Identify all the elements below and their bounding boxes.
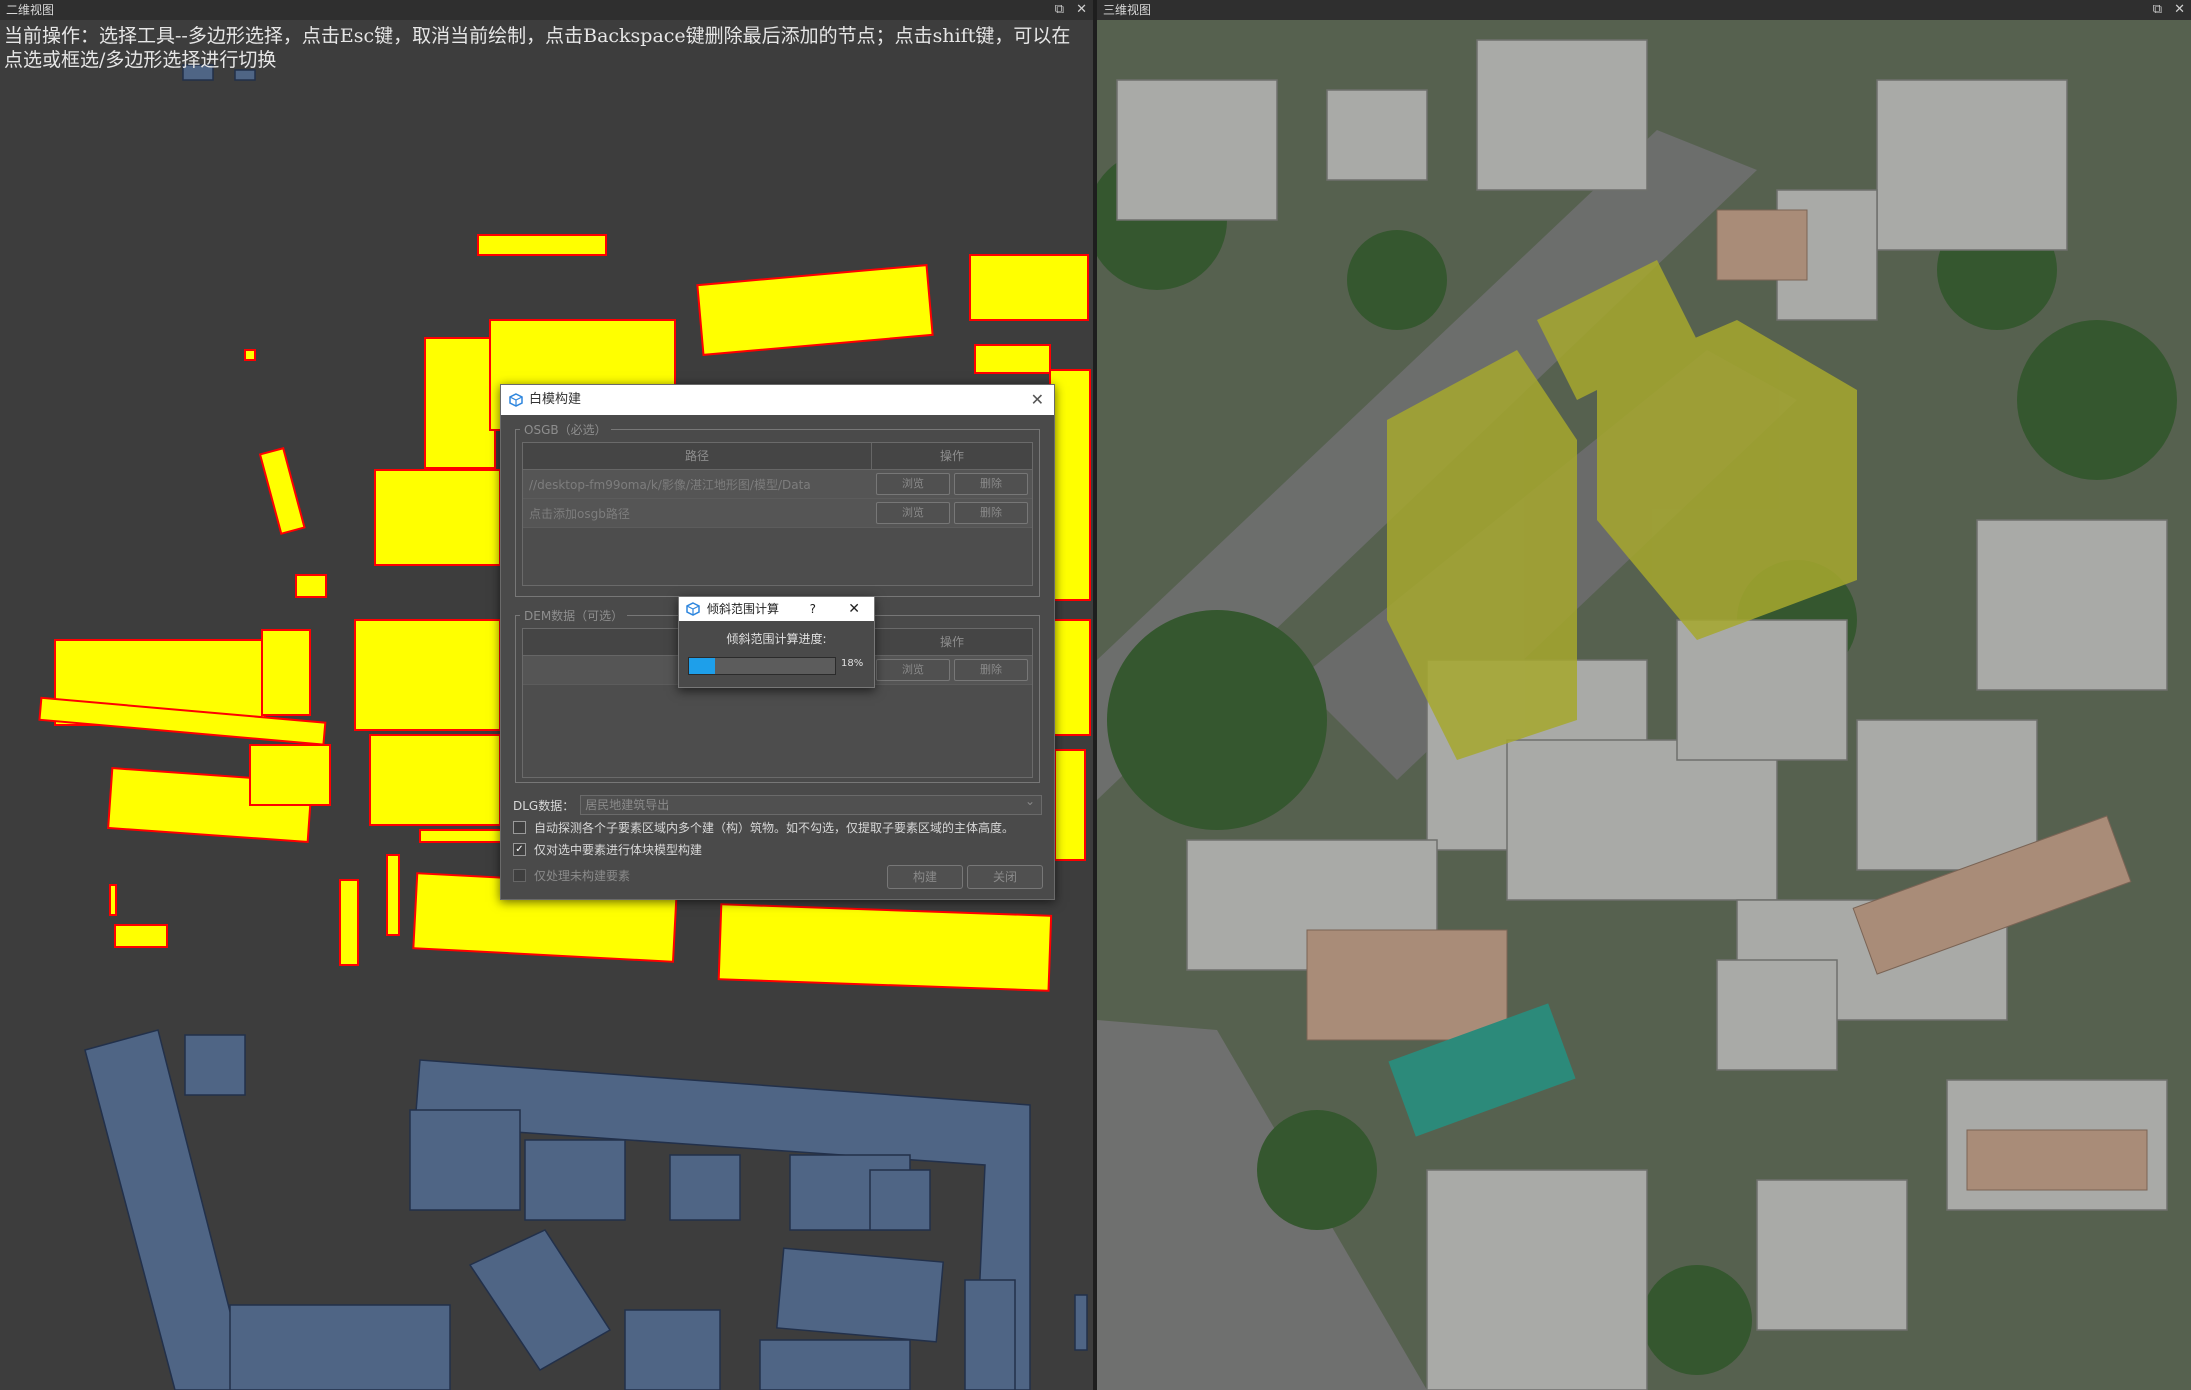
selected-only-checkbox[interactable]: ✓ — [513, 843, 526, 856]
progress-bar-fill — [689, 658, 716, 674]
osgb-group-label: OSGB（必选） — [520, 421, 611, 438]
restore-icon[interactable]: ⧉ — [1055, 0, 1064, 20]
selected-building — [386, 854, 400, 936]
browse-button[interactable]: 浏览 — [876, 473, 950, 495]
progress-header: 倾斜范围计算 ? ✕ — [679, 597, 874, 621]
selected-building — [424, 337, 496, 469]
selected-building — [1049, 369, 1091, 601]
dlg-label: DLG数据： — [513, 798, 575, 813]
selected-building — [339, 879, 359, 966]
building-footprint — [669, 1154, 741, 1221]
building-footprint — [759, 1339, 911, 1390]
build-button[interactable]: 构建 — [887, 865, 963, 889]
osgb-table: 路径 操作 //desktop-fm99oma/k/影像/湛江地形图/模型/Da… — [522, 442, 1033, 586]
selected-building — [295, 574, 327, 598]
dem-group-label: DEM数据（可选） — [520, 607, 628, 624]
oblique-photo-scene[interactable] — [1097, 20, 2191, 1390]
selected-building — [249, 744, 331, 806]
close-icon[interactable]: ✕ — [848, 597, 860, 621]
selected-building — [477, 234, 607, 256]
selected-building — [258, 447, 306, 535]
selected-building — [244, 349, 256, 361]
building-footprint — [184, 1034, 246, 1096]
building-footprint — [869, 1169, 931, 1231]
close-icon[interactable]: ✕ — [2174, 0, 2185, 20]
close-icon[interactable]: ✕ — [1076, 0, 1087, 20]
selected-building — [696, 264, 934, 356]
progress-title: 倾斜范围计算 — [707, 602, 780, 616]
column-operation: 操作 — [939, 635, 964, 649]
delete-button[interactable]: 删除 — [954, 659, 1028, 681]
app-cube-icon — [686, 602, 700, 616]
map-3d-titlebar: 三维视图 ⧉ ✕ — [1097, 0, 2191, 20]
column-operation: 操作 — [939, 449, 964, 463]
building-footprint — [624, 1309, 721, 1390]
auto-detect-checkbox[interactable] — [513, 821, 526, 834]
dialog-title: 白模构建 — [529, 392, 582, 407]
building-footprint — [964, 1279, 1016, 1390]
auto-detect-label: 自动探测各个子要素区域内多个建（构）筑物。如不勾选，仅提取子要素区域的主体高度。 — [534, 821, 1015, 835]
selected-building — [419, 829, 503, 843]
restore-icon[interactable]: ⧉ — [2153, 0, 2162, 20]
table-row[interactable]: //desktop-fm99oma/k/影像/湛江地形图/模型/Data 浏览 … — [523, 470, 1032, 499]
selected-building — [354, 619, 501, 731]
building-footprint — [409, 1109, 521, 1211]
osgb-path-cell[interactable]: 点击添加osgb路径 — [523, 505, 872, 522]
building-footprint — [524, 1139, 626, 1221]
help-icon[interactable]: ? — [810, 597, 816, 621]
map-3d-title: 三维视图 — [1103, 3, 1152, 17]
osgb-path-cell[interactable]: //desktop-fm99oma/k/影像/湛江地形图/模型/Data — [523, 476, 872, 493]
delete-button[interactable]: 删除 — [954, 502, 1028, 524]
delete-button[interactable]: 删除 — [954, 473, 1028, 495]
selected-building — [969, 254, 1089, 321]
browse-button[interactable]: 浏览 — [876, 502, 950, 524]
map-2d-title: 二维视图 — [6, 3, 55, 17]
dialog-header: 白模构建 ✕ — [501, 385, 1054, 415]
close-icon[interactable]: ✕ — [1031, 385, 1044, 415]
progress-dialog[interactable]: 倾斜范围计算 ? ✕ 倾斜范围计算进度: 18% — [678, 596, 875, 688]
unbuilt-only-label: 仅处理未构建要素 — [534, 869, 631, 883]
selected-building — [109, 884, 117, 916]
building-footprint — [229, 1304, 451, 1390]
map-3d-view[interactable]: 三维视图 ⧉ ✕ — [1097, 0, 2191, 1390]
selected-building — [1049, 619, 1091, 736]
selected-building — [114, 924, 168, 948]
operation-hint: 当前操作：选择工具--多边形选择，点击Esc键，取消当前绘制，点击Backspa… — [4, 25, 1071, 71]
selected-building — [717, 903, 1053, 992]
osgb-table-header: 路径 操作 — [523, 443, 1032, 470]
table-row[interactable]: 点击添加osgb路径 浏览 删除 — [523, 499, 1032, 528]
selected-building — [974, 344, 1051, 374]
browse-button[interactable]: 浏览 — [876, 659, 950, 681]
selected-only-label: 仅对选中要素进行体块模型构建 — [534, 843, 703, 857]
progress-label: 倾斜范围计算进度: — [726, 632, 827, 646]
building-footprint — [1074, 1294, 1088, 1351]
selected-building — [1054, 749, 1086, 861]
option-auto-detect[interactable]: 自动探测各个子要素区域内多个建（构）筑物。如不勾选，仅提取子要素区域的主体高度。 — [513, 819, 1042, 836]
unbuilt-only-checkbox[interactable] — [513, 869, 526, 882]
progress-bar — [688, 657, 836, 675]
column-path: 路径 — [523, 443, 872, 469]
selected-building — [374, 469, 501, 566]
selected-building — [261, 629, 311, 716]
close-button[interactable]: 关闭 — [967, 865, 1043, 889]
dlg-select[interactable]: 居民地建筑导出 — [580, 792, 1042, 815]
dlg-data-row: DLG数据： 居民地建筑导出 — [513, 792, 1042, 815]
progress-percent: 18% — [841, 658, 864, 669]
building-footprint — [468, 1229, 612, 1371]
building-footprint — [776, 1247, 944, 1343]
app-cube-icon — [509, 393, 523, 407]
selected-building — [369, 734, 501, 826]
map-2d-titlebar: 二维视图 ⧉ ✕ — [0, 0, 1093, 20]
option-selected-only[interactable]: ✓ 仅对选中要素进行体块模型构建 — [513, 841, 1042, 858]
osgb-group: OSGB（必选） 路径 操作 //desktop-fm99oma/k/影像/湛江… — [515, 421, 1040, 597]
